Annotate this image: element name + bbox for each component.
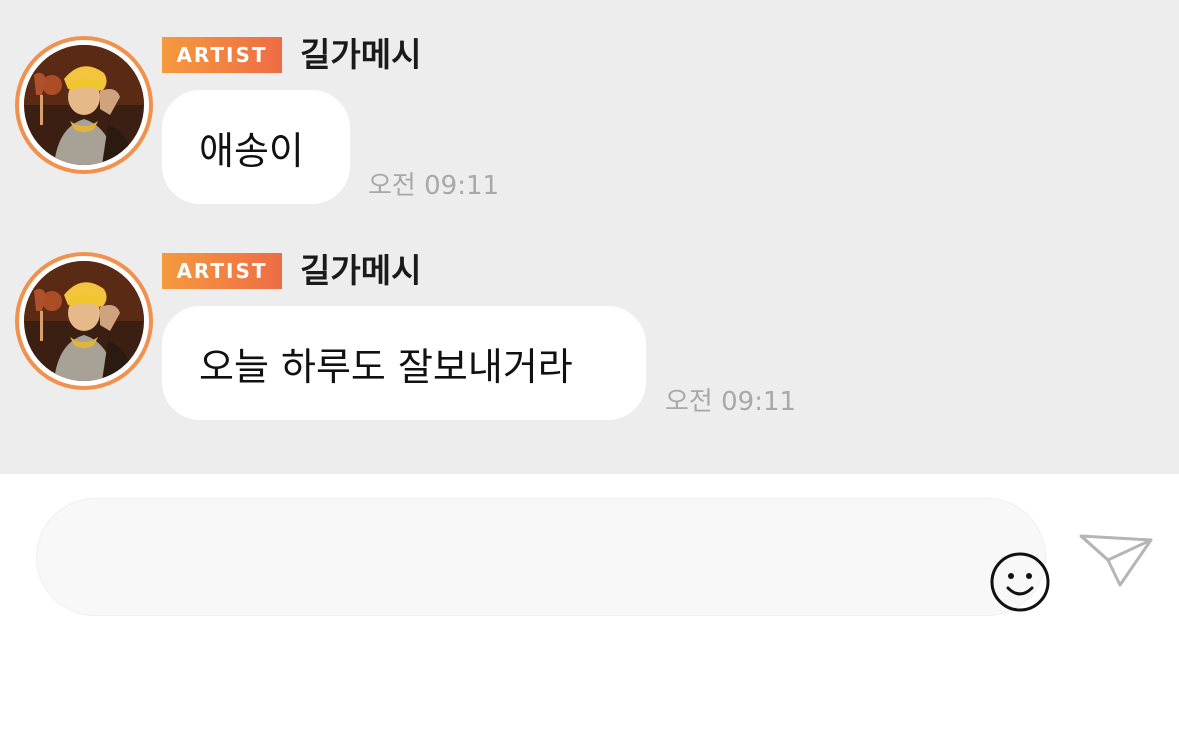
artist-badge: ARTIST (162, 253, 282, 289)
message-bubble[interactable]: 오늘 하루도 잘보내거라 (162, 306, 646, 420)
message-input[interactable] (81, 529, 945, 587)
avatar-frame (19, 40, 149, 170)
message-timestamp: 오전 09:11 (368, 171, 500, 201)
message-composer (0, 474, 1179, 744)
avatar-image (24, 261, 144, 381)
smiley-icon[interactable] (989, 551, 1051, 613)
sender-name[interactable]: 길가메시 (300, 251, 421, 291)
sender-name[interactable]: 길가메시 (300, 35, 421, 75)
artist-badge: ARTIST (162, 37, 282, 73)
message-input-container[interactable] (36, 498, 1050, 616)
paper-plane-icon[interactable] (1078, 528, 1154, 592)
avatar-image (24, 45, 144, 165)
sender-avatar[interactable] (15, 36, 153, 174)
message-timestamp: 오전 09:11 (665, 387, 797, 417)
avatar-frame (19, 256, 149, 386)
message-bubble[interactable]: 애송이 (162, 90, 350, 204)
message-text: 애송이 (199, 128, 304, 173)
chat-message-list[interactable]: ARTIST 길가메시 애송이 오전 09:11 ARTIST 길가메시 오늘 … (0, 0, 1179, 474)
sender-avatar[interactable] (15, 252, 153, 390)
message-text: 오늘 하루도 잘보내거라 (199, 344, 573, 389)
